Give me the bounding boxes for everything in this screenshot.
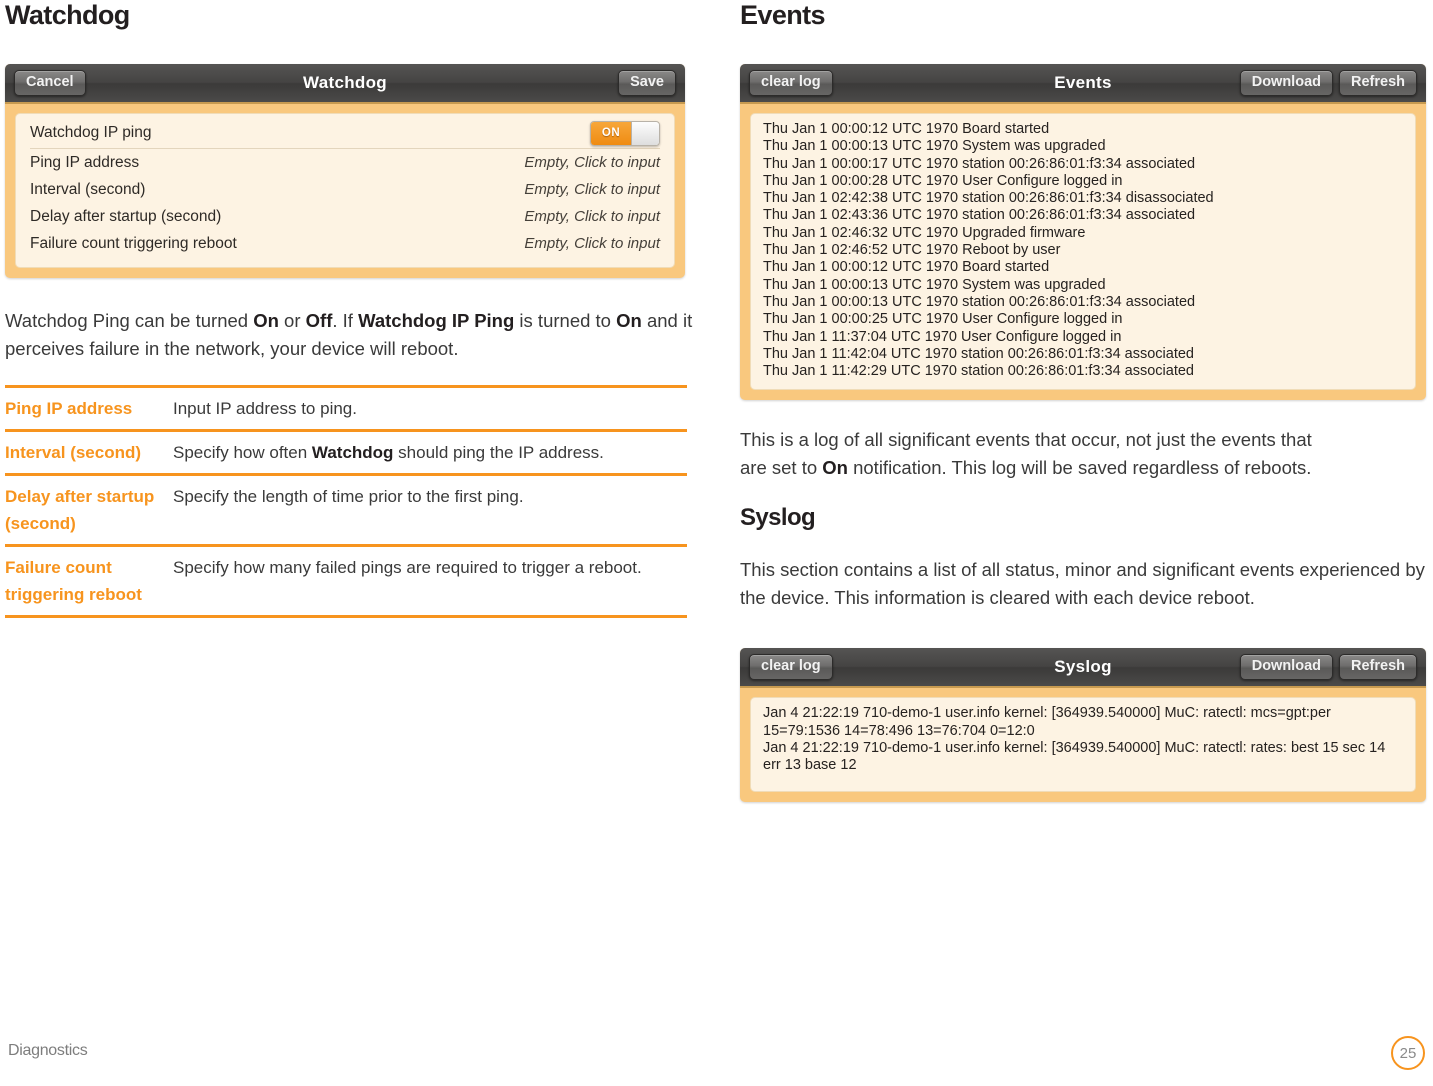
- watchdog-panel: Cancel Watchdog Save Watchdog IP ping ON…: [5, 64, 685, 278]
- wd-desc-bold-watchdog-ip-ping: Watchdog IP Ping: [358, 310, 515, 331]
- syslog-download-button[interactable]: Download: [1239, 654, 1333, 681]
- watchdog-ip-ping-toggle[interactable]: ON: [590, 120, 660, 146]
- term-interval: Interval (second): [5, 443, 142, 462]
- events-description: This is a log of all significant events …: [740, 426, 1340, 482]
- interval-row[interactable]: Interval (second) Empty, Click to input: [30, 176, 660, 203]
- toggle-knob[interactable]: [631, 121, 659, 145]
- wd-desc-part1: Watchdog Ping can be turned: [5, 310, 254, 331]
- events-clear-log-button[interactable]: clear log: [749, 70, 833, 96]
- wd-desc-bold-on2: On: [616, 310, 642, 331]
- syslog-panel: clear log Syslog Download Refresh Jan 4 …: [740, 648, 1426, 802]
- right-column: Events clear log Events Download Refresh…: [740, 0, 1430, 802]
- failure-count-label: Failure count triggering reboot: [30, 234, 237, 252]
- watchdog-panel-body: Watchdog IP ping ON Ping IP address Empt…: [15, 113, 675, 268]
- left-column: Watchdog Cancel Watchdog Save Watchdog I…: [5, 0, 735, 618]
- def-failure-count: Specify how many failed pings are requir…: [173, 546, 687, 617]
- def-delay-after-startup: Specify the length of time prior to the …: [173, 475, 687, 546]
- list-item: Thu Jan 1 00:00:13 UTC 1970 station 00:2…: [763, 293, 1196, 310]
- list-item: Thu Jan 1 00:00:17 UTC 1970 station 00:2…: [763, 155, 1196, 172]
- table-row: Ping IP address Input IP address to ping…: [5, 386, 687, 431]
- list-item: Thu Jan 1 11:42:29 UTC 1970 station 00:2…: [763, 363, 1194, 380]
- page-footer: Diagnostics 25: [0, 1036, 1433, 1070]
- failure-count-row[interactable]: Failure count triggering reboot Empty, C…: [30, 230, 660, 257]
- events-title: Events: [740, 0, 826, 30]
- wd-desc-part3: . If: [332, 310, 359, 331]
- ping-ip-address-value[interactable]: Empty, Click to input: [524, 154, 660, 171]
- table-row: Failure count triggering reboot Specify …: [5, 546, 687, 617]
- delay-after-startup-value[interactable]: Empty, Click to input: [524, 208, 660, 225]
- events-panel-titlebar: clear log Events Download Refresh: [740, 64, 1426, 104]
- list-item: Jan 4 21:22:19 710-demo-1 user.info kern…: [763, 705, 1331, 739]
- wd-desc-bold-on: On: [253, 310, 279, 331]
- wd-desc-bold-off: Off: [305, 310, 333, 331]
- syslog-log-list[interactable]: Jan 4 21:22:19 710-demo-1 user.info kern…: [750, 697, 1416, 792]
- def-interval: Specify how often Watchdog should ping t…: [173, 431, 687, 475]
- list-item: Thu Jan 1 00:00:12 UTC 1970 Board starte…: [763, 121, 1050, 137]
- def-1-pre: Specify how often: [173, 443, 312, 462]
- save-button[interactable]: Save: [618, 70, 676, 96]
- list-item: Thu Jan 1 02:43:36 UTC 1970 station 00:2…: [763, 207, 1196, 224]
- def-1-post: should ping the IP address.: [393, 443, 604, 462]
- ev-desc-bold-on: On: [822, 457, 848, 479]
- def-3-pre: Specify how many failed pings are requir…: [173, 558, 642, 577]
- events-download-button[interactable]: Download: [1239, 70, 1333, 96]
- footer-section-label: Diagnostics: [8, 1042, 88, 1059]
- syslog-title: Syslog: [740, 504, 816, 532]
- list-item: Thu Jan 1 00:00:12 UTC 1970 Board starte…: [763, 259, 1050, 276]
- ev-desc-part2: notification. This log will be saved reg…: [847, 457, 1312, 479]
- def-ping-ip-address: Input IP address to ping.: [173, 387, 687, 431]
- watchdog-panel-titlebar: Cancel Watchdog Save: [5, 64, 685, 104]
- syslog-description: This section contains a list of all stat…: [740, 559, 1425, 609]
- def-2-pre: Specify the length of time prior to the …: [173, 487, 524, 506]
- ping-ip-address-row[interactable]: Ping IP address Empty, Click to input: [30, 149, 660, 176]
- events-refresh-button[interactable]: Refresh: [1339, 70, 1417, 96]
- events-log-list[interactable]: Thu Jan 1 00:00:12 UTC 1970 Board starte…: [750, 113, 1416, 391]
- watchdog-panel-title: Watchdog: [303, 73, 387, 92]
- toggle-on-label: ON: [591, 121, 631, 145]
- ping-ip-address-label: Ping IP address: [30, 153, 140, 171]
- list-item: Thu Jan 1 00:00:13 UTC 1970 System was u…: [763, 138, 1106, 155]
- list-item: Thu Jan 1 02:42:38 UTC 1970 station 00:2…: [763, 190, 1214, 207]
- cancel-button[interactable]: Cancel: [14, 70, 86, 96]
- list-item: Thu Jan 1 11:42:04 UTC 1970 station 00:2…: [763, 345, 1194, 362]
- list-item: Thu Jan 1 11:37:04 UTC 1970 User Configu…: [763, 328, 1122, 345]
- delay-after-startup-label: Delay after startup (second): [30, 207, 222, 225]
- syslog-panel-titlebar: clear log Syslog Download Refresh: [740, 648, 1426, 689]
- term-ping-ip-address: Ping IP address: [5, 399, 133, 418]
- def-1-bold: Watchdog: [311, 443, 394, 462]
- watchdog-field-table: Ping IP address Input IP address to ping…: [5, 385, 687, 618]
- def-0-pre: Input IP address to ping.: [173, 399, 357, 418]
- term-delay-after-startup: Delay after startup (second): [5, 487, 155, 533]
- watchdog-ip-ping-row[interactable]: Watchdog IP ping ON: [30, 118, 660, 149]
- events-panel: clear log Events Download Refresh Thu Ja…: [740, 64, 1426, 401]
- term-failure-count: Failure count triggering reboot: [5, 558, 142, 604]
- list-item: Jan 4 21:22:19 710-demo-1 user.info kern…: [763, 740, 1386, 774]
- watchdog-ip-ping-label: Watchdog IP ping: [30, 124, 152, 141]
- list-item: Thu Jan 1 02:46:52 UTC 1970 Reboot by us…: [763, 242, 1061, 259]
- list-item: Thu Jan 1 00:00:25 UTC 1970 User Configu…: [763, 311, 1123, 328]
- failure-count-value[interactable]: Empty, Click to input: [524, 235, 660, 252]
- page-title: Watchdog: [5, 0, 130, 30]
- interval-label: Interval (second): [30, 180, 146, 198]
- list-item: Thu Jan 1 00:00:13 UTC 1970 System was u…: [763, 276, 1106, 293]
- interval-value[interactable]: Empty, Click to input: [524, 181, 660, 198]
- delay-after-startup-row[interactable]: Delay after startup (second) Empty, Clic…: [30, 203, 660, 230]
- table-row: Delay after startup (second) Specify the…: [5, 475, 687, 546]
- wd-desc-part2: or: [278, 310, 306, 331]
- table-row: Interval (second) Specify how often Watc…: [5, 431, 687, 475]
- page-number-badge: 25: [1391, 1036, 1425, 1070]
- syslog-clear-log-button[interactable]: clear log: [749, 654, 833, 681]
- watchdog-description: Watchdog Ping can be turned On or Off. I…: [5, 307, 738, 363]
- wd-desc-part4: is turned to: [514, 310, 617, 331]
- list-item: Thu Jan 1 00:00:28 UTC 1970 User Configu…: [763, 172, 1123, 189]
- list-item: Thu Jan 1 02:46:32 UTC 1970 Upgraded fir…: [763, 224, 1086, 241]
- syslog-refresh-button[interactable]: Refresh: [1339, 654, 1417, 681]
